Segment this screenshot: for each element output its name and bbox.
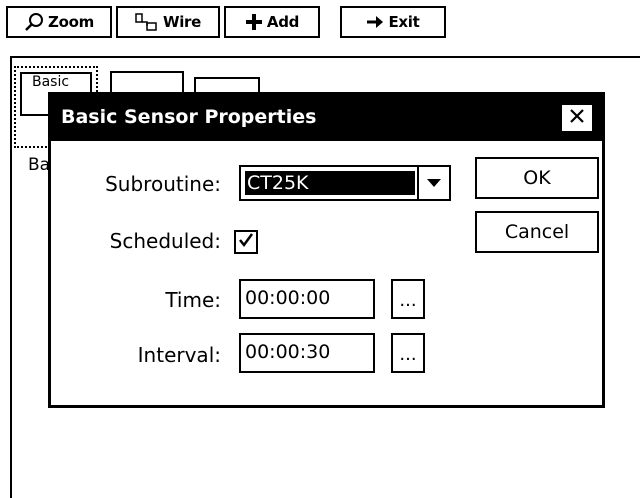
ok-button[interactable]: OK: [475, 157, 599, 199]
triangle-down-icon[interactable]: [417, 167, 449, 199]
tool-caption: Ba: [28, 155, 51, 175]
check-icon: [238, 232, 254, 252]
subroutine-value: CT25K: [245, 171, 415, 195]
add-label: Add: [266, 13, 300, 31]
cancel-label: Cancel: [504, 221, 570, 243]
interval-browse-button[interactable]: ...: [391, 333, 425, 373]
time-browse-button[interactable]: ...: [391, 279, 425, 319]
toolbar: Zoom Wire Add Exit: [0, 0, 640, 42]
add-button[interactable]: Add: [224, 6, 320, 38]
cancel-button[interactable]: Cancel: [475, 211, 599, 253]
close-icon: [569, 108, 585, 128]
exit-label: Exit: [388, 13, 420, 31]
close-button[interactable]: [560, 103, 594, 133]
plus-icon: [245, 13, 263, 31]
zoom-button[interactable]: Zoom: [6, 6, 112, 38]
dialog-titlebar: Basic Sensor Properties: [51, 95, 602, 141]
scheduled-checkbox[interactable]: [234, 230, 258, 254]
exit-button[interactable]: Exit: [340, 6, 446, 38]
time-field[interactable]: 00:00:00: [239, 279, 375, 319]
basic-sensor-properties-dialog: Basic Sensor Properties Subroutine: CT25…: [48, 92, 605, 408]
subroutine-label: Subroutine:: [105, 172, 221, 196]
interval-label: Interval:: [137, 343, 221, 367]
wire-button[interactable]: Wire: [116, 6, 220, 38]
scheduled-label: Scheduled:: [109, 229, 221, 253]
subroutine-dropdown[interactable]: CT25K: [239, 165, 451, 201]
basic-tile-label: Basic: [32, 74, 70, 90]
ok-label: OK: [523, 167, 551, 189]
dialog-title: Basic Sensor Properties: [61, 106, 317, 128]
interval-field[interactable]: 00:00:30: [239, 333, 375, 373]
wire-icon: [135, 13, 159, 31]
wire-label: Wire: [162, 13, 202, 31]
time-label: Time:: [165, 288, 221, 312]
magnifier-icon: [24, 12, 44, 32]
zoom-label: Zoom: [48, 13, 94, 31]
arrow-right-icon: [366, 14, 384, 30]
